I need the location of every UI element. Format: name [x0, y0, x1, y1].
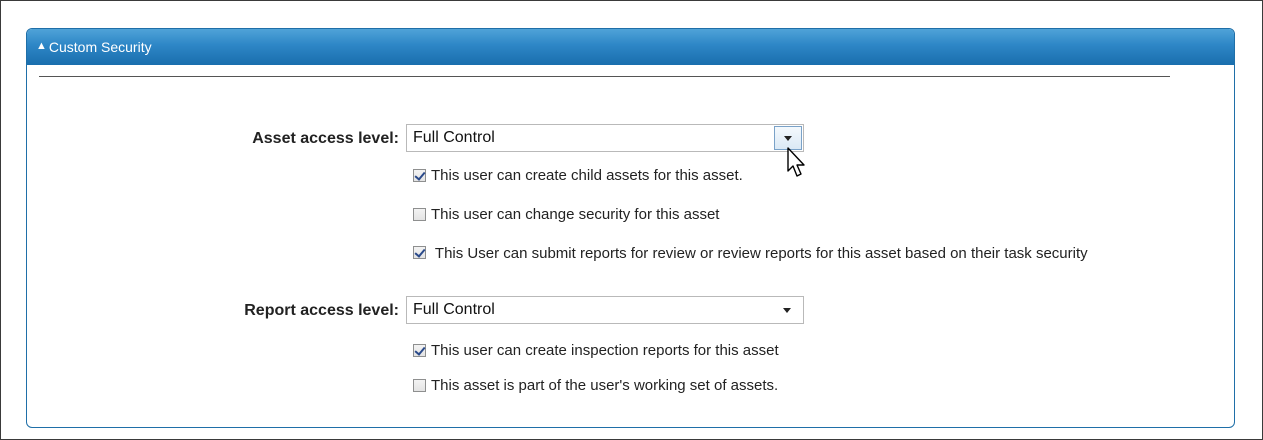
panel-title: Custom Security — [48, 39, 152, 55]
checkbox-create-inspection-reports[interactable] — [413, 344, 426, 357]
report-access-label: Report access level: — [244, 302, 399, 319]
checkbox-change-security[interactable] — [413, 208, 426, 221]
asset-option-create-child[interactable]: This user can create child assets for th… — [413, 166, 743, 185]
report-access-value: Full Control — [413, 301, 495, 318]
triangle-up-icon: ▲ — [36, 40, 47, 52]
chevron-down-icon — [783, 308, 791, 313]
chevron-down-icon — [784, 135, 792, 141]
window-frame: ▲ Custom Security Asset access level: Fu… — [0, 0, 1263, 440]
asset-access-select[interactable]: Full Control — [406, 124, 804, 152]
mouse-pointer-icon — [787, 147, 805, 177]
report-option-create-inspection[interactable]: This user can create inspection reports … — [413, 341, 779, 360]
asset-access-label: Asset access level: — [252, 130, 399, 147]
report-access-select[interactable]: Full Control — [406, 296, 804, 324]
section-divider — [39, 76, 1170, 77]
asset-option-change-security[interactable]: This user can change security for this a… — [413, 205, 719, 224]
report-option-working-set[interactable]: This asset is part of the user's working… — [413, 376, 778, 395]
checkbox-label: This user can change security for this a… — [431, 206, 720, 223]
asset-option-submit-reports[interactable]: This User can submit reports for review … — [413, 244, 1203, 263]
checkbox-working-set[interactable] — [413, 379, 426, 392]
checkbox-submit-reports[interactable] — [413, 246, 426, 259]
checkbox-label: This user can create inspection reports … — [431, 342, 779, 359]
custom-security-panel: ▲ Custom Security — [26, 28, 1235, 428]
asset-access-value: Full Control — [413, 129, 495, 146]
custom-security-header[interactable]: ▲ Custom Security — [27, 29, 1234, 65]
checkbox-create-child-assets[interactable] — [413, 169, 426, 182]
checkbox-label: This User can submit reports for review … — [434, 245, 1088, 262]
checkbox-label: This user can create child assets for th… — [431, 167, 743, 184]
checkbox-label: This asset is part of the user's working… — [431, 377, 779, 394]
